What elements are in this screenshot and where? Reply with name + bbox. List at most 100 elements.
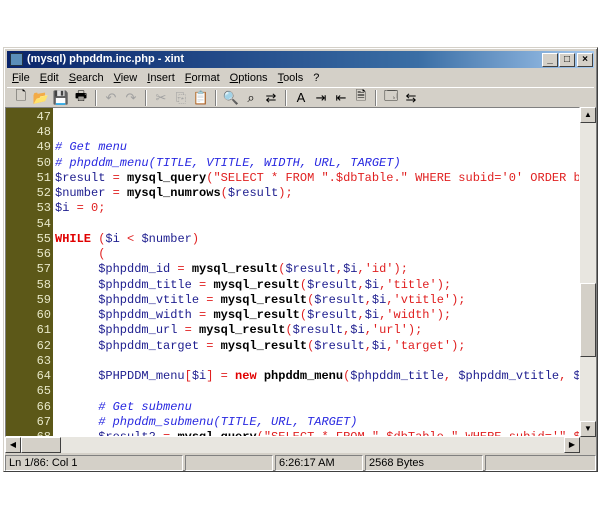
code-token: 'target' [393,338,452,353]
code-token: mysql_result [220,338,308,353]
save-icon[interactable]: 💾 [51,89,71,107]
close-button[interactable]: × [577,53,593,67]
minimize-button[interactable]: _ [542,53,558,67]
redo-icon[interactable]: ↷ [121,89,141,107]
word-wrap-icon[interactable]: ⇆ [401,89,421,107]
code-line[interactable]: $phpddm_id = mysql_result($result,$i,'id… [55,262,408,276]
menu-format[interactable]: Format [180,72,225,84]
code-token: $result [307,277,358,292]
scroll-right-arrow-icon[interactable]: ▶ [564,437,580,453]
toolbar-separator [215,89,217,106]
app-icon[interactable] [10,53,23,66]
code-line[interactable]: # Get menu [55,140,127,154]
code-token: = [177,323,200,338]
code-token: , [386,292,394,307]
code-token: , [364,338,372,353]
new-file-icon[interactable]: 🗋 [11,88,31,107]
title-bar[interactable]: (mysql) phpddm.inc.php - xint _ □ × [7,51,594,68]
code-line[interactable]: $phpddm_target = mysql_result($result,$i… [55,338,465,353]
code-token: ); [407,323,423,338]
font-icon[interactable]: A [291,89,311,107]
code-token: mysql_result [199,323,286,338]
code-token: $result [227,186,279,201]
code-token: = [156,430,178,436]
code-token: $number [141,231,192,246]
indent-icon[interactable]: ⇥ [311,89,331,107]
code-token: mysql_result [213,308,300,323]
code-token: , [357,262,365,277]
code-line[interactable]: WHILE ($i < $number) [55,232,199,246]
code-editor[interactable]: 47 48 49 50 51 52 53 54 55 56 57 58 59 60 61 62 63 64 65 66… [5,107,580,437]
code-token: $i [191,369,207,384]
find-next-icon[interactable]: ⌕ [241,89,261,107]
code-line[interactable]: $i = 0; [55,201,105,215]
code-token: , [386,338,394,353]
code-token: $number [55,186,106,201]
code-line[interactable]: $number = mysql_numrows($result); [55,186,293,200]
code-token: $i [364,277,380,292]
code-line[interactable]: $result = mysql_query("SELECT * FROM ".$… [55,170,580,185]
code-line[interactable]: $phpddm_title = mysql_result($result,$i,… [55,278,451,292]
paste-icon[interactable]: 📋 [191,89,211,107]
code-token: ( [55,247,106,262]
outdent-icon[interactable]: ⇤ [331,89,351,107]
code-token: , [443,369,459,384]
code-token: ); [436,277,452,292]
code-token: $result [292,323,344,338]
horizontal-scroll-thumb[interactable] [21,437,61,453]
menu-edit[interactable]: Edit [35,72,64,84]
line-number: 60 [36,308,51,323]
toolbar-separator [285,89,287,106]
code-token: ( [91,231,106,246]
code-line[interactable]: $phpddm_width = mysql_result($result,$i,… [55,308,451,322]
horizontal-scrollbar[interactable]: ◀ ▶ [5,437,580,453]
code-token: $PHPDDM_menu [55,369,185,384]
code-token: = [199,338,221,353]
toolbar-separator [95,89,97,106]
copy-icon[interactable]: ⎘ [171,89,191,107]
print-icon[interactable]: 🖶 [71,88,91,107]
scroll-down-arrow-icon[interactable]: ▼ [580,421,596,437]
scroll-up-arrow-icon[interactable]: ▲ [580,107,596,123]
vertical-scroll-thumb[interactable] [580,283,596,357]
cut-icon[interactable]: ✂ [151,89,171,107]
line-number: 65 [36,384,51,399]
line-number: 59 [36,292,51,307]
code-line[interactable]: $phpddm_url = mysql_result($result,$i,'u… [55,323,422,337]
menu-tools[interactable]: Tools [273,72,309,84]
page-setup-icon[interactable]: 🗎 [351,88,371,107]
menu-insert[interactable]: Insert [142,72,180,84]
editor-window: (mysql) phpddm.inc.php - xint _ □ × File… [3,47,598,472]
code-token: # Get submenu [55,399,192,414]
open-folder-icon[interactable]: 📂 [31,89,51,107]
maximize-button[interactable]: □ [559,53,575,67]
code-line[interactable]: # phpddm_submenu(TITLE, URL, TARGET) [55,415,357,429]
menu-options[interactable]: Options [225,72,273,84]
vertical-scrollbar[interactable]: ▲ ▼ [580,107,596,437]
undo-icon[interactable]: ↶ [101,89,121,107]
code-token: ); [393,262,408,277]
code-token: = [199,292,221,307]
replace-icon[interactable]: ⇄ [261,89,281,107]
properties-icon[interactable]: 🗔 [381,88,401,107]
code-token: ( [285,323,293,338]
code-token: , [559,369,574,384]
line-number: 66 [36,399,51,414]
code-line[interactable]: $phpddm_vtitle = mysql_result($result,$i… [55,292,466,307]
find-icon[interactable]: 🔍 [221,89,241,107]
code-line[interactable]: $PHPDDM_menu[$i] = new phpddm_menu($phpd… [55,369,579,384]
code-token: ); [451,292,466,307]
code-token: new [235,369,257,384]
code-line[interactable]: $result2 = mysql_query("SELECT * FROM ".… [55,430,579,436]
code-line[interactable]: # phpddm_menu(TITLE, VTITLE, WIDTH, URL,… [55,156,401,170]
menu-view[interactable]: View [109,72,143,84]
code-token: ("SELECT * FROM ".$dbTable." WHERE subid… [206,170,580,185]
code-line[interactable]: ( [55,247,105,261]
status-file-size: 2568 Bytes [365,455,483,471]
status-position: Ln 1/86: Col 1 [5,455,183,471]
scroll-left-arrow-icon[interactable]: ◀ [5,437,21,453]
menu-file[interactable]: File [7,72,35,84]
code-line[interactable]: # Get submenu [55,400,192,414]
menu-search[interactable]: Search [64,72,109,84]
menu-help[interactable]: ? [308,72,324,84]
